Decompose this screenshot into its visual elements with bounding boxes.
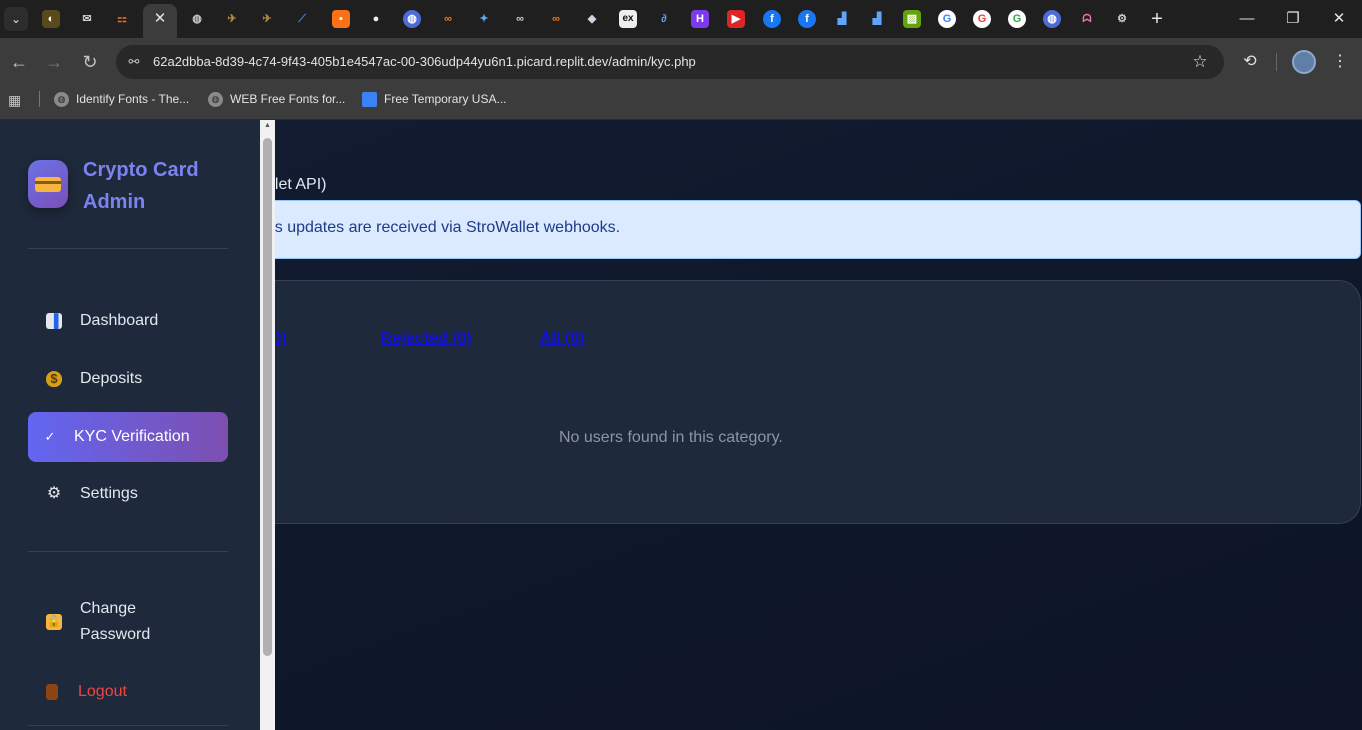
tab-bird-icon[interactable]: ✈: [258, 10, 276, 28]
filter-all-link[interactable]: All (0): [540, 330, 584, 348]
bookmark-item[interactable]: ◍ WEB Free Fonts for...: [208, 91, 345, 107]
flag-icon: [362, 91, 377, 107]
info-alert-text: ndled by StroWallet API. Status updates …: [275, 219, 621, 236]
tab-globe-icon[interactable]: ◍: [188, 10, 206, 28]
tab-link-icon[interactable]: ∞: [547, 10, 565, 28]
check-icon: ✓: [44, 429, 56, 444]
site-info-icon[interactable]: ⚯: [124, 52, 144, 72]
menu-icon[interactable]: ⋮: [1328, 50, 1352, 74]
globe-icon: ◍: [54, 91, 69, 107]
profile-avatar[interactable]: [1292, 50, 1316, 74]
sidebar-divider: [28, 725, 228, 726]
sidebar-item-logout[interactable]: Logout: [28, 667, 228, 717]
page-subtitle: fied by StroWallet API): [275, 176, 327, 193]
filter-rejected-link[interactable]: Rejected (0): [381, 330, 472, 348]
apps-grid-icon[interactable]: ▦: [8, 92, 24, 108]
restore-button[interactable]: ❐: [1282, 8, 1304, 30]
sidebar-item-change-password[interactable]: 🔓 Change Password: [28, 592, 228, 652]
brand-logo: [28, 160, 68, 208]
sidebar-divider: [28, 248, 228, 249]
tab-youtube-icon[interactable]: ▶: [727, 10, 745, 28]
bookmark-label: Free Temporary USA...: [384, 92, 507, 106]
bookmarks-bar: [0, 86, 1362, 120]
door-icon: [46, 684, 58, 700]
page-viewport: ment fied by StroWallet API) ndled by St…: [0, 120, 1362, 730]
tab-favicon[interactable]: ◐: [42, 10, 60, 28]
tab-google-icon[interactable]: G: [973, 10, 991, 28]
sidebar-divider: [28, 551, 228, 552]
toolbar-divider: [1276, 53, 1277, 71]
globe-icon: ◍: [208, 91, 223, 107]
tab-google-icon[interactable]: G: [1008, 10, 1026, 28]
sidebar-item-kyc-verification[interactable]: ✓ KYC Verification: [28, 412, 228, 462]
tab-analytics-icon[interactable]: ▟: [868, 10, 886, 28]
gear-icon: ⚙: [46, 485, 62, 502]
tab-globe-icon[interactable]: ◍: [1043, 10, 1061, 28]
scrollbar-thumb[interactable]: [263, 138, 272, 656]
tab-link-icon[interactable]: ∞: [511, 10, 529, 28]
tab-app-icon[interactable]: ▪: [332, 10, 350, 28]
bookmark-item[interactable]: Free Temporary USA...: [362, 91, 506, 107]
tab-app-icon[interactable]: ᗣ: [1078, 10, 1096, 28]
tab-facebook-icon[interactable]: f: [763, 10, 781, 28]
tab-link-icon[interactable]: ∞: [439, 10, 457, 28]
lock-icon: 🔓: [46, 614, 62, 630]
sidebar-item-deposits[interactable]: $ Deposits: [28, 354, 228, 404]
sidebar-item-label: Settings: [80, 485, 138, 502]
brand-name: Crypto Card Admin: [83, 159, 199, 213]
money-bag-icon: $: [46, 371, 62, 387]
scroll-up-arrow-icon[interactable]: ▲: [262, 122, 273, 130]
history-icon[interactable]: ⟲: [1238, 50, 1262, 74]
main-content: ment fied by StroWallet API) ndled by St…: [275, 120, 1362, 730]
sidebar-item-label: Logout: [78, 683, 127, 700]
tab-bird-icon[interactable]: ✈: [223, 10, 241, 28]
tab-app-icon[interactable]: H: [691, 10, 709, 28]
forward-button[interactable]: →: [39, 50, 69, 74]
minimize-button[interactable]: —: [1236, 8, 1258, 30]
active-tab-close-icon[interactable]: ✕: [143, 4, 177, 38]
tab-app-icon[interactable]: ◆: [583, 10, 601, 28]
url-text[interactable]: 62a2dbba-8d39-4c74-9f43-405b1e4547ac-00-…: [153, 54, 696, 69]
bookmark-label: Identify Fonts - The...: [76, 92, 190, 106]
sidebar-item-label: Dashboard: [80, 312, 159, 329]
browser-tab-strip: ⌄ ◐ ✉ ⚏ ✕ ◍ ✈ ✈ ⟋ ▪ ● ◍ ∞ ✦ ∞ ∞ ◆ ex ∂ H…: [0, 0, 1362, 38]
sidebar-item-label: Deposits: [80, 370, 143, 387]
tab-github-icon[interactable]: ●: [367, 10, 385, 28]
sidebar-item-label: KYC Verification: [74, 428, 190, 445]
tab-settings-icon[interactable]: ⚙: [1113, 10, 1131, 28]
tab-globe-icon[interactable]: ◍: [403, 10, 421, 28]
tab-search-button[interactable]: ⌄: [4, 7, 28, 31]
tab-google-icon[interactable]: G: [938, 10, 956, 28]
empty-state-message: No users found in this category.: [559, 429, 783, 446]
tab-app-icon[interactable]: ⟋: [293, 10, 311, 28]
tab-facebook-icon[interactable]: f: [798, 10, 816, 28]
sidebar: Crypto Card Admin ▐ Dashboard $ Deposits…: [0, 120, 260, 730]
bookmark-label: WEB Free Fonts for...: [230, 92, 346, 106]
sidebar-item-label: Change Password: [80, 600, 151, 643]
bookmark-star-icon[interactable]: ☆: [1188, 50, 1212, 74]
new-tab-button[interactable]: +: [1146, 8, 1168, 30]
kyc-users-card: [275, 280, 1361, 524]
close-window-button[interactable]: ✕: [1328, 8, 1350, 30]
chart-icon: ▐: [46, 313, 62, 329]
credit-card-icon: [35, 177, 61, 192]
bookmark-item[interactable]: ◍ Identify Fonts - The...: [54, 91, 189, 107]
tab-gemini-icon[interactable]: ✦: [475, 10, 493, 28]
tab-gmail-icon[interactable]: ✉: [78, 10, 96, 28]
tab-app-icon[interactable]: ▨: [903, 10, 921, 28]
back-button[interactable]: ←: [4, 50, 34, 74]
sidebar-item-settings[interactable]: ⚙ Settings: [28, 469, 228, 519]
tab-replit-icon[interactable]: ⚏: [113, 10, 131, 28]
tab-ex-icon[interactable]: ex: [619, 10, 637, 28]
tab-analytics-icon[interactable]: ▟: [833, 10, 851, 28]
reload-button[interactable]: ↻: [75, 50, 105, 74]
sidebar-item-dashboard[interactable]: ▐ Dashboard: [28, 296, 228, 346]
tab-app-icon[interactable]: ∂: [655, 10, 673, 28]
filter-approved-link[interactable]: d (0): [275, 330, 287, 348]
bookmarks-divider: [39, 91, 40, 107]
